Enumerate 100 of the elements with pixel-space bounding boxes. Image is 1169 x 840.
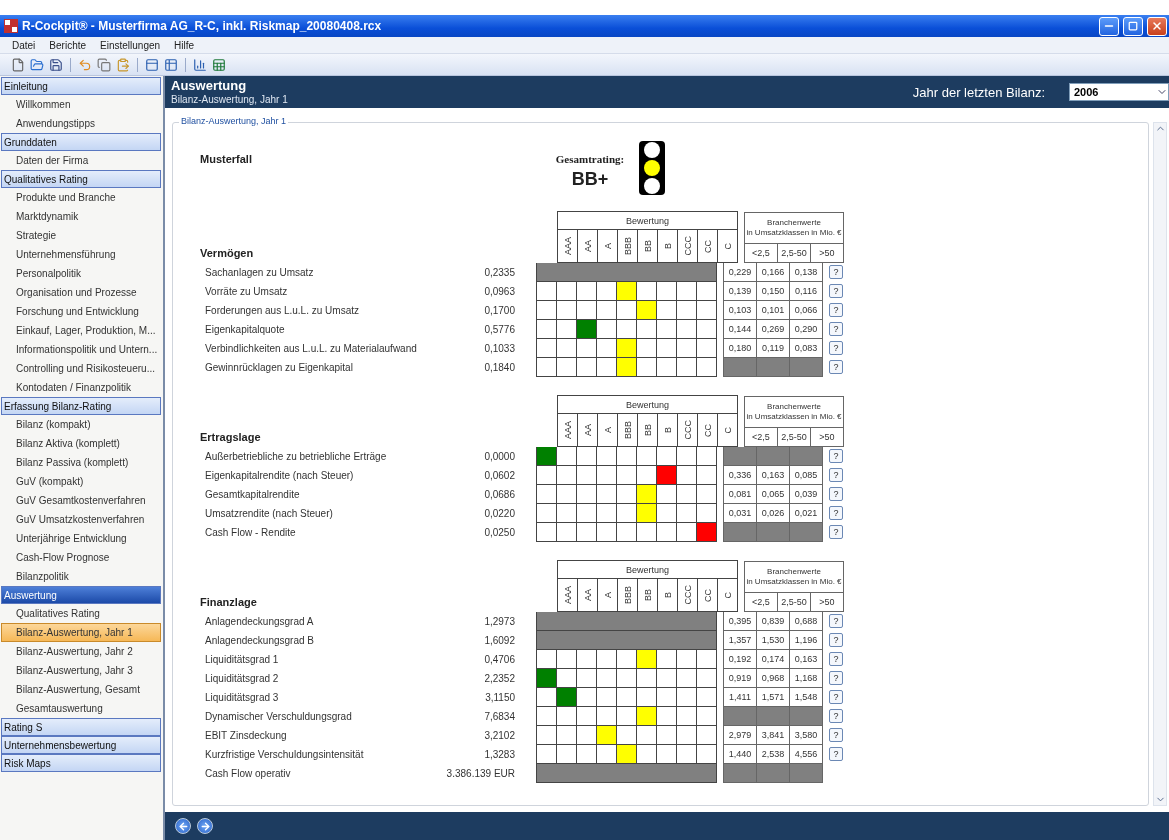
- metric-value: 0,0000: [484, 450, 515, 464]
- help-button[interactable]: ?: [829, 614, 843, 628]
- back-button[interactable]: [175, 818, 191, 834]
- menu-item[interactable]: Berichte: [49, 39, 87, 51]
- sidebar-item[interactable]: GuV Umsatzkostenverfahren: [1, 510, 161, 529]
- metric-label: Umsatzrendite (nach Steuer): [204, 507, 334, 521]
- metric-label: Forderungen aus L.u.L. zu Umsatz: [204, 304, 360, 318]
- help-button[interactable]: ?: [829, 671, 843, 685]
- help-button[interactable]: ?: [829, 449, 843, 463]
- window-icon[interactable]: [144, 56, 160, 73]
- help-button[interactable]: ?: [829, 303, 843, 317]
- rating-column-label: C: [722, 591, 733, 599]
- sidebar-group[interactable]: Auswertung: [1, 586, 161, 604]
- industry-value: 0,163: [757, 466, 789, 484]
- industry-value: 0,150: [757, 282, 789, 300]
- sidebar-item[interactable]: Forschung und Entwicklung: [1, 302, 161, 321]
- help-button[interactable]: ?: [829, 633, 843, 647]
- rating-column-label: B: [662, 592, 673, 598]
- sidebar-item[interactable]: GuV Gesamtkostenverfahren: [1, 491, 161, 510]
- forward-button[interactable]: [197, 818, 213, 834]
- sidebar-group[interactable]: Qualitatives Rating: [1, 170, 161, 188]
- metric-value: 1,2973: [484, 615, 515, 629]
- sidebar-item[interactable]: Bilanz-Auswertung, Jahr 3: [1, 661, 161, 680]
- help-button[interactable]: ?: [829, 265, 843, 279]
- sidebar-item[interactable]: Produkte und Branche: [1, 188, 161, 207]
- vertical-scrollbar[interactable]: [1153, 122, 1167, 806]
- help-button[interactable]: ?: [829, 468, 843, 482]
- sidebar-item[interactable]: Personalpolitik: [1, 264, 161, 283]
- industry-value: 4,556: [790, 745, 822, 763]
- sidebar-item[interactable]: Unternehmensführung: [1, 245, 161, 264]
- chart-icon[interactable]: [192, 56, 208, 73]
- sidebar-item[interactable]: Bilanz-Auswertung, Jahr 2: [1, 642, 161, 661]
- group-legend: Bilanz-Auswertung, Jahr 1: [179, 116, 289, 126]
- metric-label: Liquiditätsgrad 2: [204, 672, 280, 686]
- help-button[interactable]: ?: [829, 322, 843, 336]
- sidebar-item[interactable]: Kontodaten / Finanzpolitik: [1, 378, 161, 397]
- rating-column-label: CC: [702, 423, 713, 437]
- menu-item[interactable]: Hilfe: [174, 39, 195, 51]
- new-file-icon[interactable]: [10, 56, 26, 73]
- help-button[interactable]: ?: [829, 360, 843, 374]
- sidebar-group[interactable]: Erfassung Bilanz-Rating: [1, 397, 161, 415]
- sidebar-item[interactable]: Daten der Firma: [1, 151, 161, 170]
- rating-column-label: BBB: [622, 237, 633, 255]
- sidebar-item[interactable]: Bilanz (kompakt): [1, 415, 161, 434]
- sidebar-item[interactable]: Bilanzpolitik: [1, 567, 161, 586]
- rating-column-label: C: [722, 242, 733, 250]
- help-button[interactable]: ?: [829, 709, 843, 723]
- rating-column-label: CCC: [682, 420, 693, 440]
- help-button[interactable]: ?: [829, 747, 843, 761]
- help-button[interactable]: ?: [829, 728, 843, 742]
- sidebar-item[interactable]: Qualitatives Rating: [1, 604, 161, 623]
- sidebar-item[interactable]: Controlling und Risikosteueru...: [1, 359, 161, 378]
- table-icon[interactable]: [163, 56, 179, 73]
- menu-item[interactable]: Einstellungen: [100, 39, 161, 51]
- sidebar-item[interactable]: Informationspolitik und Untern...: [1, 340, 161, 359]
- industry-column-label: 2,5-50: [778, 244, 810, 262]
- industry-value: 0,139: [724, 282, 756, 300]
- close-button[interactable]: [1147, 16, 1167, 36]
- minimize-button[interactable]: [1099, 16, 1119, 36]
- sidebar-item[interactable]: GuV (kompakt): [1, 472, 161, 491]
- industry-value: 0,065: [757, 485, 789, 503]
- spreadsheet-icon[interactable]: [211, 56, 227, 73]
- overall-rating-label: Gesamtrating:: [555, 153, 625, 165]
- help-button[interactable]: ?: [829, 652, 843, 666]
- paste-icon[interactable]: [115, 56, 131, 73]
- sidebar-item[interactable]: Gesamtauswertung: [1, 699, 161, 718]
- sidebar-item[interactable]: Bilanz Aktiva (komplett): [1, 434, 161, 453]
- sidebar-item[interactable]: Anwendungstipps: [1, 114, 161, 133]
- sidebar-item[interactable]: Einkauf, Lager, Produktion, M...: [1, 321, 161, 340]
- industry-value: 0,081: [724, 485, 756, 503]
- metric-label: Dynamischer Verschuldungsgrad: [204, 710, 353, 724]
- maximize-button[interactable]: [1123, 16, 1143, 36]
- help-button[interactable]: ?: [829, 690, 843, 704]
- open-folder-icon[interactable]: [29, 56, 45, 73]
- help-button[interactable]: ?: [829, 284, 843, 298]
- sidebar-item[interactable]: Cash-Flow Prognose: [1, 548, 161, 567]
- industry-value: 0,968: [757, 669, 789, 687]
- sidebar-group[interactable]: Grunddaten: [1, 133, 161, 151]
- sidebar-group[interactable]: Rating S: [1, 718, 161, 736]
- industry-value: 0,039: [790, 485, 822, 503]
- rating-column-label: BB: [642, 589, 653, 601]
- help-button[interactable]: ?: [829, 525, 843, 539]
- sidebar-group[interactable]: Unternehmensbewertung: [1, 736, 161, 754]
- sidebar-item[interactable]: Bilanz Passiva (komplett): [1, 453, 161, 472]
- sidebar-group[interactable]: Einleitung: [1, 77, 161, 95]
- menu-item[interactable]: Datei: [12, 39, 36, 51]
- sidebar-item[interactable]: Unterjährige Entwicklung: [1, 529, 161, 548]
- copy-icon[interactable]: [96, 56, 112, 73]
- sidebar-item[interactable]: Marktdynamik: [1, 207, 161, 226]
- help-button[interactable]: ?: [829, 341, 843, 355]
- save-icon[interactable]: [48, 56, 64, 73]
- help-button[interactable]: ?: [829, 487, 843, 501]
- sidebar-item[interactable]: Organisation und Prozesse: [1, 283, 161, 302]
- sidebar-group[interactable]: Risk Maps: [1, 754, 161, 772]
- year-dropdown[interactable]: 2006: [1069, 83, 1169, 101]
- sidebar-item[interactable]: Strategie: [1, 226, 161, 245]
- sidebar-item[interactable]: Bilanz-Auswertung, Gesamt: [1, 680, 161, 699]
- sidebar-item[interactable]: Bilanz-Auswertung, Jahr 1: [1, 623, 161, 642]
- help-button[interactable]: ?: [829, 506, 843, 520]
- sidebar-item[interactable]: Willkommen: [1, 95, 161, 114]
